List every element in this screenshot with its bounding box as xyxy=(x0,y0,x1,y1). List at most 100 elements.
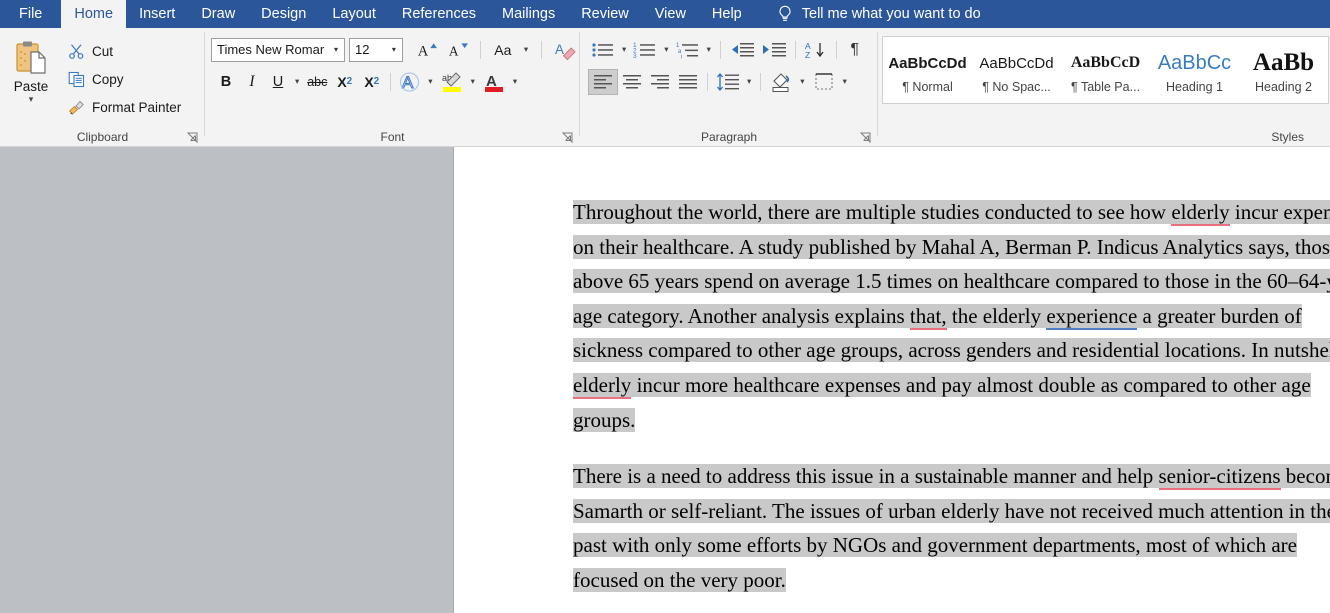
align-left-button[interactable] xyxy=(588,69,618,95)
spelling-error-text[interactable]: elderly xyxy=(573,373,631,399)
document-paragraph[interactable]: There is a need to address this issue in… xyxy=(573,459,1330,597)
numbered-list-button[interactable]: 1 2 3 xyxy=(630,37,660,63)
svg-text:A: A xyxy=(555,41,564,56)
italic-button[interactable]: I xyxy=(239,69,265,95)
chevron-down-icon[interactable]: ▾ xyxy=(618,44,630,55)
shrink-font-button[interactable]: A xyxy=(444,37,471,63)
chevron-down-icon[interactable]: ▾ xyxy=(467,76,479,87)
chevron-down-icon[interactable]: ▾ xyxy=(743,76,755,87)
document-text-run: focused on the very poor. xyxy=(573,568,786,592)
ribbon-tab-draw[interactable]: Draw xyxy=(188,0,248,28)
spelling-error-text[interactable]: senior-citizens xyxy=(1159,464,1281,490)
ribbon-tab-file[interactable]: File xyxy=(0,0,61,28)
chevron-down-icon[interactable]: ▾ xyxy=(29,95,34,103)
bold-button[interactable]: B xyxy=(213,69,239,95)
document-body[interactable]: Throughout the world, there are multiple… xyxy=(573,195,1330,598)
borders-button[interactable] xyxy=(809,69,839,95)
cut-button[interactable]: Cut xyxy=(62,39,187,64)
ribbon-tab-references[interactable]: References xyxy=(389,0,489,28)
font-name-input[interactable]: Times New Romar ▾ xyxy=(211,38,345,62)
chevron-down-icon[interactable]: ▾ xyxy=(386,45,402,54)
ribbon-tab-mailings[interactable]: Mailings xyxy=(489,0,568,28)
sort-button[interactable]: A Z xyxy=(801,37,831,63)
style-item-heading-2[interactable]: AaBbHeading 2 xyxy=(1239,37,1328,103)
chevron-down-icon[interactable]: ▾ xyxy=(328,45,344,54)
style-preview: AaBbCс xyxy=(1158,46,1231,80)
align-right-button[interactable] xyxy=(646,69,674,95)
document-paragraph[interactable]: Throughout the world, there are multiple… xyxy=(573,195,1330,437)
clear-formatting-button[interactable]: A xyxy=(551,37,580,63)
ribbon-tab-label: Home xyxy=(74,6,113,22)
spelling-error-text[interactable]: that, xyxy=(910,304,947,330)
ribbon-tab-label: View xyxy=(655,6,686,22)
decrease-indent-button[interactable] xyxy=(726,37,758,63)
superscript-button[interactable]: X2 xyxy=(358,69,385,95)
underline-button[interactable]: U xyxy=(265,69,291,95)
document-text-run: the elderly xyxy=(947,304,1047,328)
clipboard-commands: Cut Copy Format Painter xyxy=(62,33,187,126)
ribbon-tab-help[interactable]: Help xyxy=(699,0,755,28)
document-text-run: age category. Another analysis explains xyxy=(573,304,910,328)
underline-label: U xyxy=(273,74,283,90)
style-item-normal[interactable]: AaBbCcDd¶ Normal xyxy=(883,37,972,103)
align-center-button[interactable] xyxy=(618,69,646,95)
format-painter-button[interactable]: Format Painter xyxy=(62,95,187,120)
chevron-down-icon[interactable]: ▾ xyxy=(796,76,808,87)
clipboard-dialog-launcher[interactable] xyxy=(186,131,199,144)
chevron-down-icon[interactable]: ▾ xyxy=(660,44,672,55)
document-line: elderly incur more healthcare expenses a… xyxy=(573,368,1330,403)
copy-button[interactable]: Copy xyxy=(62,67,187,92)
document-page[interactable]: Throughout the world, there are multiple… xyxy=(453,147,1330,613)
spelling-error-text[interactable]: elderly xyxy=(1171,200,1229,226)
ribbon-tab-insert[interactable]: Insert xyxy=(126,0,188,28)
svg-text:A: A xyxy=(418,43,429,59)
chevron-down-icon[interactable]: ▾ xyxy=(291,76,303,87)
chevron-down-icon[interactable]: ▾ xyxy=(520,44,532,55)
paintbrush-icon xyxy=(68,99,85,116)
font-color-button[interactable]: A xyxy=(479,69,509,95)
ribbon-tab-label: Review xyxy=(581,6,629,22)
divider xyxy=(541,41,542,59)
text-highlight-button[interactable]: ab xyxy=(437,69,467,95)
style-item-no-spac[interactable]: AaBbCcDd¶ No Spac... xyxy=(972,37,1061,103)
paste-label: Paste xyxy=(14,79,49,94)
chevron-down-icon[interactable]: ▾ xyxy=(509,76,521,87)
font-dialog-launcher[interactable] xyxy=(561,131,574,144)
svg-text:A: A xyxy=(449,43,459,58)
document-text-run: incur expenses xyxy=(1230,200,1330,224)
font-size-input[interactable]: 12 ▾ xyxy=(349,38,403,62)
document-text-run: There is a need to address this issue in… xyxy=(573,464,1159,488)
grammar-error-text[interactable]: experience xyxy=(1046,304,1137,330)
ribbon-tab-design[interactable]: Design xyxy=(248,0,319,28)
show-formatting-marks-button[interactable]: ¶ xyxy=(842,37,868,63)
change-case-button[interactable]: Aa xyxy=(490,37,516,63)
text-effects-button[interactable]: A xyxy=(396,69,424,95)
divider xyxy=(836,41,837,59)
bullet-list-button[interactable] xyxy=(588,37,618,63)
increase-indent-button[interactable] xyxy=(758,37,790,63)
svg-text:i: i xyxy=(681,54,682,60)
style-item-heading-1[interactable]: AaBbCсHeading 1 xyxy=(1150,37,1239,103)
paragraph-dialog-launcher[interactable] xyxy=(859,131,872,144)
subscript-button[interactable]: X2 xyxy=(331,69,358,95)
tell-me-search[interactable]: Tell me what you want to do xyxy=(777,0,981,28)
strikethrough-button[interactable]: abc xyxy=(303,69,331,95)
chevron-down-icon[interactable]: ▾ xyxy=(839,76,851,87)
ribbon-tab-layout[interactable]: Layout xyxy=(319,0,389,28)
ribbon-tab-view[interactable]: View xyxy=(642,0,699,28)
ribbon-tab-label: Layout xyxy=(332,6,376,22)
style-item-table-pa[interactable]: AaBbCcD¶ Table Pa... xyxy=(1061,37,1150,103)
style-name: ¶ Normal xyxy=(902,80,952,94)
document-line: sickness compared to other age groups, a… xyxy=(573,333,1330,368)
ribbon-tab-review[interactable]: Review xyxy=(568,0,642,28)
multilevel-list-button[interactable]: 1 a i xyxy=(673,37,703,63)
chevron-down-icon[interactable]: ▾ xyxy=(424,76,436,87)
subscript-index: 2 xyxy=(347,76,353,87)
ribbon-tab-home[interactable]: Home xyxy=(61,0,126,28)
justify-button[interactable] xyxy=(674,69,702,95)
paste-button[interactable]: Paste ▾ xyxy=(0,33,62,126)
chevron-down-icon[interactable]: ▾ xyxy=(703,44,715,55)
line-spacing-button[interactable] xyxy=(713,69,743,95)
grow-font-button[interactable]: A xyxy=(413,37,440,63)
shading-button[interactable] xyxy=(766,69,796,95)
